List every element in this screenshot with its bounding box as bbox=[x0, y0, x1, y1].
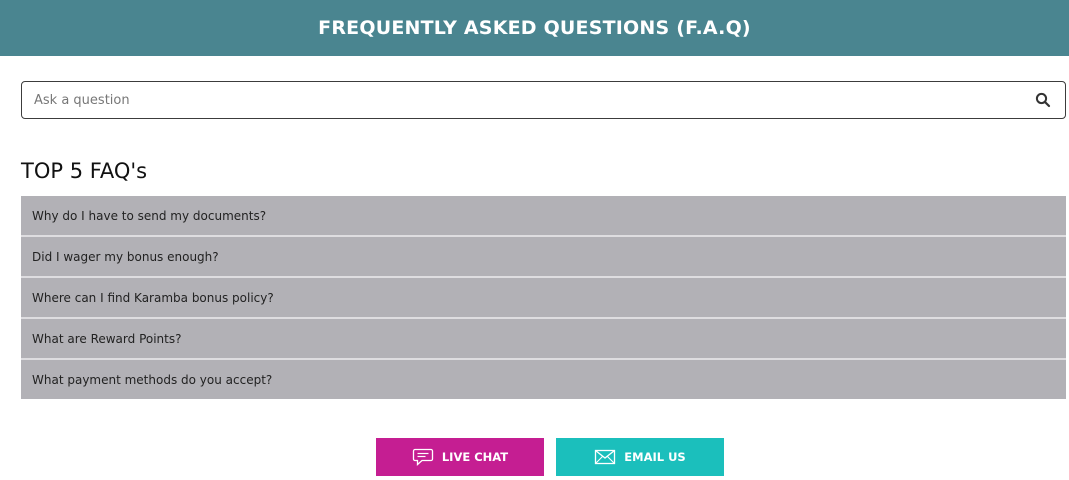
faq-item[interactable]: What are Reward Points? bbox=[21, 319, 1066, 360]
faq-item[interactable]: Why do I have to send my documents? bbox=[21, 196, 1066, 237]
faq-item[interactable]: What payment methods do you accept? bbox=[21, 360, 1066, 399]
email-us-button[interactable]: EMAIL US bbox=[556, 438, 724, 476]
live-chat-label: LIVE CHAT bbox=[441, 450, 509, 464]
faq-list: Why do I have to send my documents? Did … bbox=[21, 196, 1066, 399]
search-box[interactable] bbox=[21, 81, 1066, 119]
faq-section-title: TOP 5 FAQ's bbox=[21, 159, 148, 183]
email-us-label: EMAIL US bbox=[624, 450, 686, 464]
search-input[interactable] bbox=[22, 82, 1012, 118]
envelope-icon bbox=[594, 449, 616, 465]
faq-item[interactable]: Did I wager my bonus enough? bbox=[21, 237, 1066, 278]
contact-actions: LIVE CHAT EMAIL US bbox=[376, 438, 724, 476]
chat-bubble-icon bbox=[412, 448, 434, 466]
faq-item[interactable]: Where can I find Karamba bonus policy? bbox=[21, 278, 1066, 319]
page-title: FREQUENTLY ASKED QUESTIONS (F.A.Q) bbox=[318, 17, 751, 39]
page-header: FREQUENTLY ASKED QUESTIONS (F.A.Q) bbox=[0, 0, 1069, 56]
live-chat-button[interactable]: LIVE CHAT bbox=[376, 438, 544, 476]
search-icon[interactable] bbox=[1035, 92, 1051, 108]
